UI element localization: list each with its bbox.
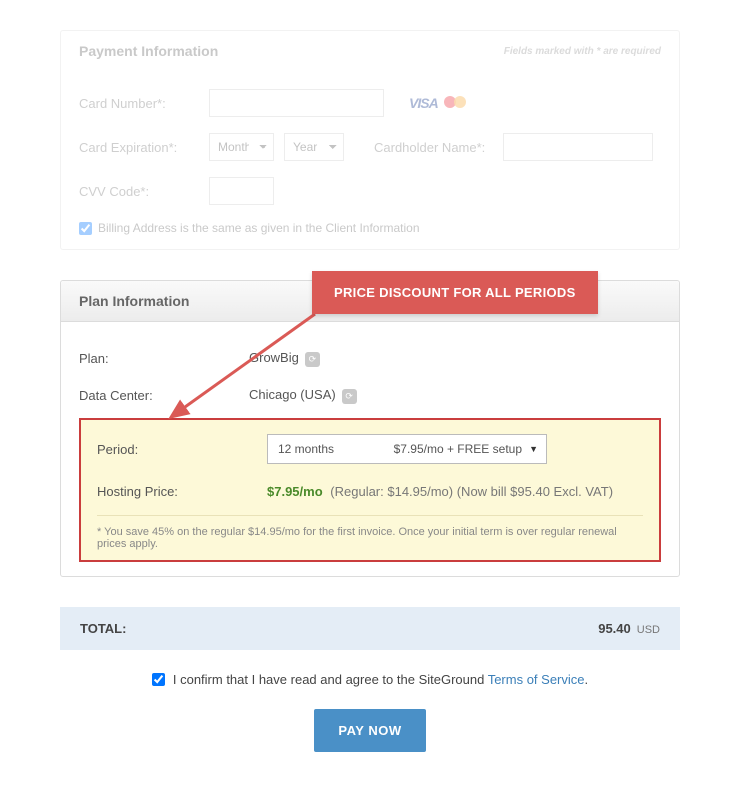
period-highlight-box: Period: 12 months $7.95/mo + FREE setup … (79, 418, 661, 562)
confirm-checkbox[interactable] (152, 673, 165, 686)
expiration-label: Card Expiration*: (79, 140, 209, 155)
plan-panel: Plan Information Plan: GrowBig⟳ Data Cen… (60, 280, 680, 577)
tos-link[interactable]: Terms of Service (488, 672, 585, 687)
mastercard-icon (444, 95, 466, 109)
period-select[interactable]: 12 months $7.95/mo + FREE setup (267, 434, 547, 464)
visa-icon: VISA (409, 95, 438, 111)
cardholder-label: Cardholder Name*: (374, 140, 485, 155)
expiration-month-select[interactable]: Month (209, 133, 274, 161)
period-label: Period: (97, 442, 267, 457)
discount-callout: PRICE DISCOUNT FOR ALL PERIODS (312, 271, 598, 314)
required-note: Fields marked with * are required (504, 46, 661, 57)
total-label: TOTAL: (80, 621, 126, 636)
payment-header: Payment Information Fields marked with *… (61, 31, 679, 71)
cardholder-input[interactable] (503, 133, 653, 161)
cvv-input[interactable] (209, 177, 274, 205)
savings-note: * You save 45% on the regular $14.95/mo … (97, 515, 643, 560)
card-number-label: Card Number*: (79, 96, 209, 111)
datacenter-value: Chicago (USA)⟳ (249, 387, 357, 404)
expiration-year-select[interactable]: Year (284, 133, 344, 161)
billing-same-label: Billing Address is the same as given in … (98, 221, 420, 235)
datacenter-label: Data Center: (79, 388, 249, 403)
plan-label: Plan: (79, 351, 249, 366)
payment-title: Payment Information (79, 43, 218, 59)
confirm-text: I confirm that I have read and agree to … (173, 672, 588, 687)
hosting-price-value: $7.95/mo (Regular: $14.95/mo) (Now bill … (267, 484, 613, 499)
card-number-input[interactable] (209, 89, 384, 117)
refresh-icon[interactable]: ⟳ (342, 389, 357, 404)
billing-same-row[interactable]: Billing Address is the same as given in … (79, 221, 661, 235)
total-amount: 95.40USD (598, 621, 660, 636)
hosting-price-label: Hosting Price: (97, 484, 267, 499)
period-term: 12 months (278, 442, 334, 456)
pay-now-button[interactable]: PAY NOW (314, 709, 425, 752)
cvv-label: CVV Code*: (79, 184, 209, 199)
period-price: $7.95/mo + FREE setup (394, 442, 522, 456)
total-row: TOTAL: 95.40USD (60, 607, 680, 650)
billing-same-checkbox[interactable] (79, 222, 92, 235)
confirm-row[interactable]: I confirm that I have read and agree to … (60, 672, 680, 687)
plan-value: GrowBig⟳ (249, 350, 320, 367)
payment-panel: Payment Information Fields marked with *… (60, 30, 680, 250)
refresh-icon[interactable]: ⟳ (305, 352, 320, 367)
